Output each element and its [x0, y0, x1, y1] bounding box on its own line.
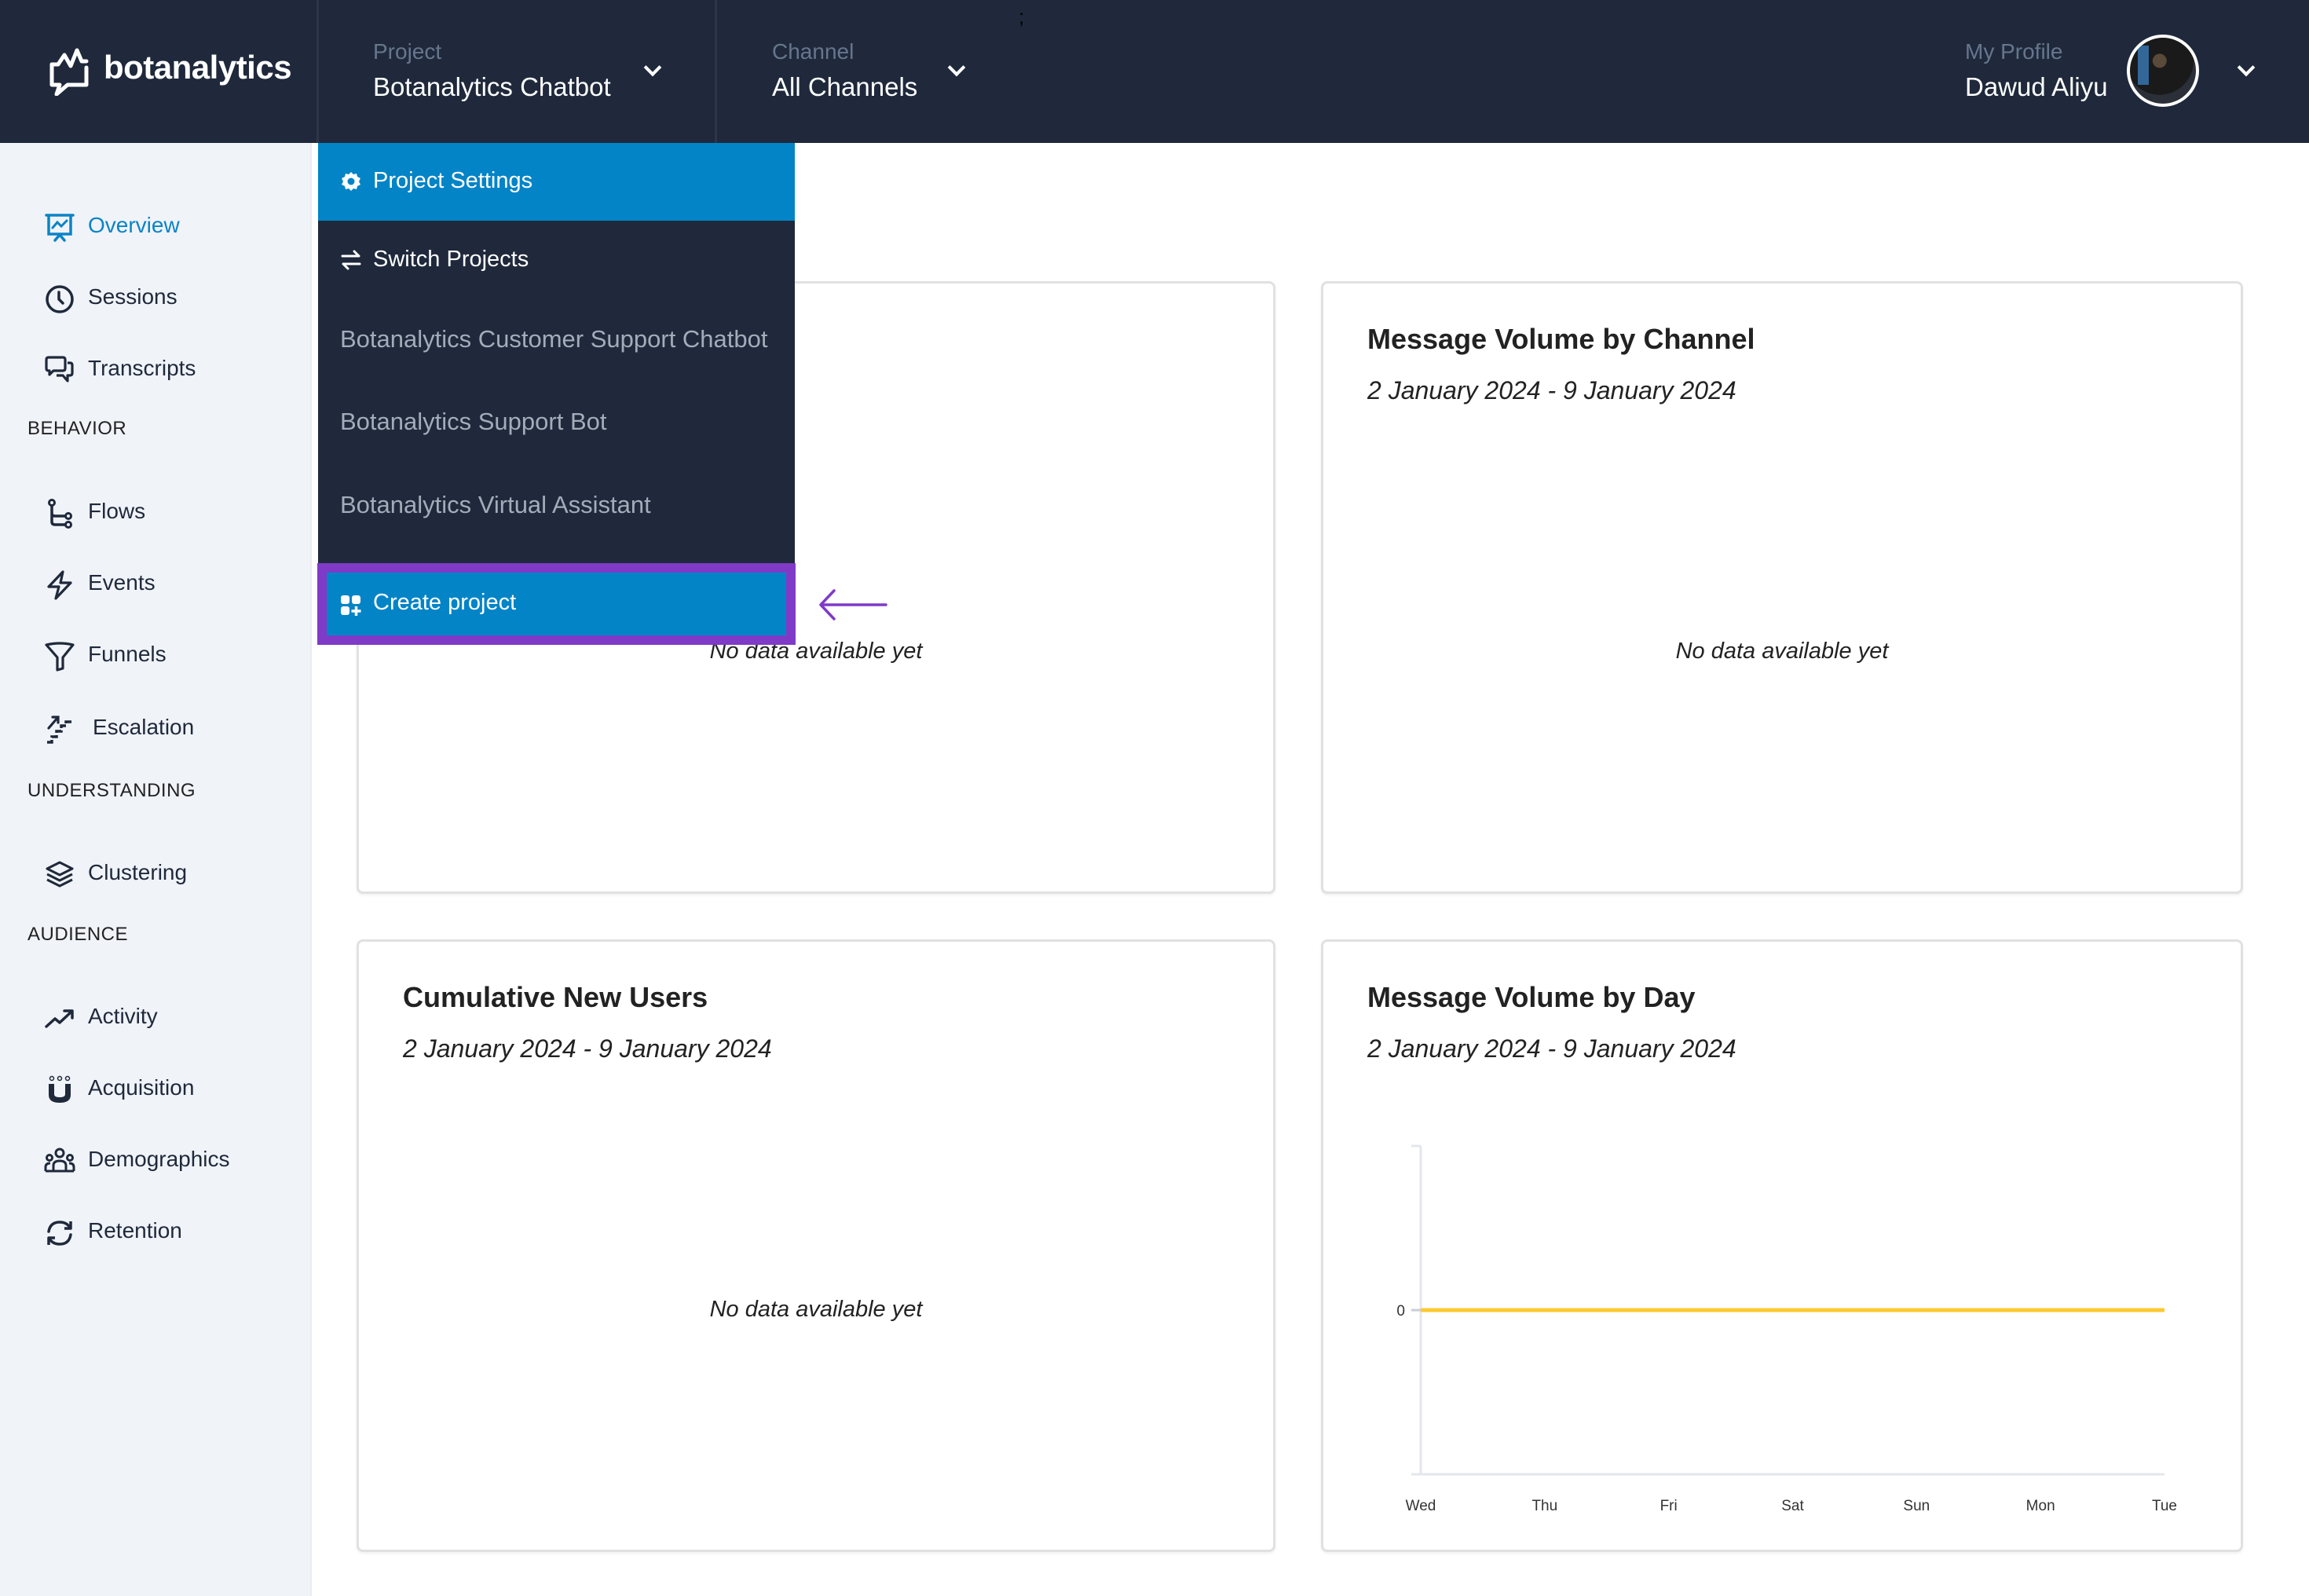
card-date-range: 2 January 2024 - 9 January 2024	[1367, 376, 1736, 404]
project-name: Botanalytics Customer Support Chatbot	[340, 325, 768, 353]
sidebar-item-demographics[interactable]: Demographics	[0, 1134, 312, 1189]
sidebar-item-label: Transcripts	[88, 356, 196, 380]
stray-mark: ;	[1019, 5, 1025, 28]
channel-value: All Channels	[772, 72, 918, 101]
avatar[interactable]	[2127, 35, 2199, 107]
brand-name[interactable]: botanalytics	[104, 49, 292, 86]
chevron-down-icon	[2237, 58, 2256, 77]
sidebar-item-label: Clustering	[88, 860, 188, 884]
card-cumulative-new-users: Cumulative New Users 2 January 2024 - 9 …	[357, 939, 1275, 1552]
no-data-message: No data available yet	[709, 1297, 923, 1322]
card-title: Cumulative New Users	[403, 981, 708, 1013]
create-project-button[interactable]: Create project	[317, 563, 796, 645]
trending-up-icon	[45, 1009, 74, 1028]
x-tick-label-sat: Sat	[1781, 1498, 1804, 1514]
menu-item-label: Switch Projects	[373, 247, 529, 272]
annotation-arrow-left-icon	[819, 589, 887, 620]
sidebar-item-label: Funnels	[88, 642, 166, 666]
project-name: Botanalytics Virtual Assistant	[340, 491, 651, 518]
sidebar-item-label: Sessions	[88, 284, 177, 309]
menu-item-label: Project Settings	[373, 168, 533, 193]
sidebar-item-overview[interactable]: Overview	[0, 200, 312, 255]
menu-item-project[interactable]: Botanalytics Customer Support Chatbot	[318, 300, 795, 381]
stairs-arrow-icon	[47, 716, 72, 744]
sidebar-item-activity[interactable]: Activity	[0, 991, 312, 1046]
sidebar-item-acquisition[interactable]: Acquisition	[0, 1063, 312, 1118]
layers-icon	[46, 861, 74, 888]
users-group-icon	[44, 1148, 75, 1173]
message-volume-by-day-chart: 0 Wed Thu Fri Sat Sun Mon Tue	[1396, 1144, 2177, 1514]
sidebar: Overview Sessions Transcripts BEHAVIOR F…	[0, 143, 312, 1596]
create-project-label: Create project	[373, 590, 517, 615]
switch-arrows-icon	[341, 250, 361, 270]
avatar-bg-detail	[2138, 46, 2149, 85]
card-title: Message Volume by Channel	[1367, 323, 1755, 355]
clock-icon	[46, 285, 74, 313]
x-tick-label-fri: Fri	[1660, 1498, 1678, 1514]
x-tick-label-tue: Tue	[2152, 1498, 2177, 1514]
sidebar-item-retention[interactable]: Retention	[0, 1206, 312, 1261]
presentation-chart-icon	[45, 214, 75, 242]
sidebar-item-transcripts[interactable]: Transcripts	[0, 343, 312, 398]
chevron-down-icon	[947, 58, 966, 77]
project-name: Botanalytics Support Bot	[340, 408, 607, 435]
funnel-icon	[45, 642, 75, 672]
x-tick-label-sun: Sun	[1903, 1498, 1930, 1514]
sidebar-item-flows[interactable]: Flows	[0, 486, 312, 541]
sidebar-item-label: Events	[88, 570, 156, 595]
botanalytics-logo-icon	[49, 48, 89, 96]
section-title-audience: AUDIENCE	[27, 924, 129, 945]
chevron-down-icon	[643, 58, 662, 77]
x-tick-label-thu: Thu	[1531, 1498, 1557, 1514]
profile-label: My Profile	[1965, 39, 2063, 64]
sidebar-item-label: Overview	[88, 213, 180, 237]
profile-name: Dawud Aliyu	[1965, 72, 2108, 101]
y-tick-label: 0	[1396, 1303, 1405, 1320]
sidebar-item-escalation[interactable]: Escalation	[0, 702, 312, 757]
sidebar-item-label: Acquisition	[88, 1075, 195, 1100]
project-label: Project	[373, 39, 442, 64]
sidebar-item-label: Retention	[88, 1218, 182, 1243]
refresh-icon	[47, 1221, 72, 1246]
top-header: botanalytics Project Botanalytics Chatbo…	[0, 0, 2309, 143]
sidebar-item-label: Demographics	[88, 1147, 230, 1171]
add-grid-icon	[341, 595, 361, 616]
lightning-icon	[47, 570, 72, 600]
x-tick-label-mon: Mon	[2026, 1498, 2055, 1514]
chat-bubbles-icon	[45, 356, 74, 383]
sidebar-item-sessions[interactable]: Sessions	[0, 272, 312, 327]
sidebar-item-clustering[interactable]: Clustering	[0, 847, 312, 902]
project-selector[interactable]: Project Botanalytics Chatbot	[318, 0, 715, 143]
channel-selector[interactable]: Channel All Channels	[717, 0, 1031, 143]
magnet-users-icon	[49, 1075, 71, 1103]
card-message-volume-by-channel: Message Volume by Channel 2 January 2024…	[1321, 281, 2243, 894]
channel-label: Channel	[772, 39, 854, 64]
sidebar-item-label: Escalation	[93, 715, 195, 739]
menu-item-switch-projects[interactable]: Switch Projects	[318, 221, 795, 300]
profile-menu[interactable]: My Profile Dawud Aliyu	[1948, 0, 2278, 143]
project-value: Botanalytics Chatbot	[373, 72, 611, 101]
x-tick-label-wed: Wed	[1406, 1498, 1436, 1514]
section-title-understanding: UNDERSTANDING	[27, 780, 196, 801]
sidebar-item-funnels[interactable]: Funnels	[0, 629, 312, 684]
menu-item-project-settings[interactable]: Project Settings	[318, 143, 795, 221]
no-data-message: No data available yet	[1675, 639, 1889, 664]
section-title-behavior: BEHAVIOR	[27, 418, 127, 439]
menu-item-project[interactable]: Botanalytics Virtual Assistant	[318, 464, 795, 547]
sidebar-item-events[interactable]: Events	[0, 558, 312, 613]
menu-item-project[interactable]: Botanalytics Support Bot	[318, 381, 795, 464]
sidebar-item-label: Flows	[88, 499, 146, 523]
sidebar-item-label: Activity	[88, 1004, 158, 1028]
flow-branch-icon	[48, 499, 72, 529]
card-date-range: 2 January 2024 - 9 January 2024	[403, 1034, 772, 1063]
gear-icon	[342, 172, 360, 191]
